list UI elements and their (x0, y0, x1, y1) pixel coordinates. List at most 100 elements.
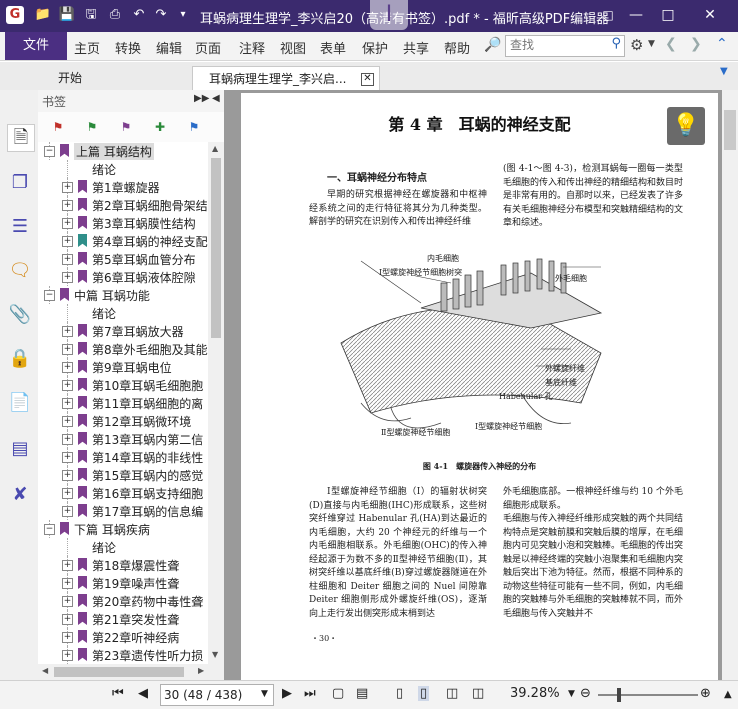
menu-home[interactable]: 主页 (74, 38, 100, 57)
add-child-bookmark-icon[interactable]: ✚ (152, 118, 168, 136)
bookmark-scroll-thumb[interactable] (211, 158, 221, 338)
expand-node-icon[interactable]: + (62, 254, 73, 265)
bookmark-vertical-scrollbar[interactable]: ▲ ▼ (208, 142, 224, 664)
add-bookmark-icon[interactable]: ⚑ (84, 118, 100, 136)
search-input[interactable] (506, 36, 602, 54)
redo-icon[interactable]: ↷ (152, 6, 170, 24)
expand-node-icon[interactable]: + (62, 218, 73, 229)
bookmark-panel-icon[interactable]: 🗎 (7, 124, 35, 152)
bookmark-item[interactable]: + 第13章耳蜗内第二信 (38, 430, 208, 448)
delete-bookmark-icon[interactable]: ⚑ (50, 118, 66, 136)
bookmark-item[interactable]: − 上篇 耳蜗结构 (38, 142, 208, 160)
close-window-icon[interactable]: ✕ (690, 4, 730, 26)
chevron-down-icon[interactable]: ▼ (648, 39, 655, 49)
collapse-ribbon-icon[interactable]: ⌃ (716, 36, 728, 52)
bookmark-horizontal-scrollbar[interactable]: ◀ ▶ (38, 664, 224, 680)
continuous-facing-icon[interactable]: ◫ (472, 686, 484, 701)
menu-protect[interactable]: 保护 (362, 38, 388, 57)
expand-node-icon[interactable]: + (62, 362, 73, 373)
expand-panel-icon[interactable]: ▶▶ (194, 93, 209, 104)
find-folder-icon[interactable]: 🔎 (484, 37, 501, 53)
last-page-icon[interactable]: ⏭ (304, 686, 316, 701)
facing-page-icon[interactable]: ◫ (446, 686, 458, 701)
bookmark-item[interactable]: + 第5章耳蜗血管分布 (38, 250, 208, 268)
bookmark-item[interactable]: 绪论 (38, 538, 208, 556)
tab-start[interactable]: 开始 (40, 66, 188, 90)
bookmark-item[interactable]: + 第7章耳蜗放大器 (38, 322, 208, 340)
minimize-icon[interactable]: — (624, 4, 648, 26)
menu-share[interactable]: 共享 (403, 38, 429, 57)
collapse-node-icon[interactable]: − (44, 290, 55, 301)
expand-node-icon[interactable]: + (62, 380, 73, 391)
page-search-icon[interactable]: 📄 (7, 390, 33, 416)
zoom-slider-track[interactable] (598, 694, 698, 696)
collapse-node-icon[interactable]: − (44, 146, 55, 157)
layers-icon[interactable]: ☰ (7, 214, 33, 240)
menu-page[interactable]: 页面 (195, 38, 221, 57)
undo-icon[interactable]: ↶ (130, 6, 148, 24)
bookmark-item[interactable]: + 第10章耳蜗毛细胞胞 (38, 376, 208, 394)
expand-node-icon[interactable]: + (62, 434, 73, 445)
document-scroll-thumb[interactable] (724, 110, 736, 150)
ribbon-toggle-icon[interactable]: □ (596, 4, 620, 26)
page-number-field[interactable]: 30 (48 / 438) ▼ (160, 684, 274, 706)
zoom-slider-handle[interactable] (617, 688, 621, 702)
comments-icon[interactable]: 🗨 (7, 258, 33, 284)
expand-node-icon[interactable]: + (62, 416, 73, 427)
bookmark-item[interactable]: + 第11章耳蜗细胞的离 (38, 394, 208, 412)
tab-list-icon[interactable]: ▼ (720, 66, 728, 77)
back-arrow-icon[interactable]: ❮ (665, 36, 677, 52)
bookmark-item[interactable]: + 第2章耳蜗细胞骨架结 (38, 196, 208, 214)
find-bookmark-icon[interactable]: ⚑ (186, 118, 202, 136)
bookmark-item[interactable]: + 第14章耳蜗的非线性 (38, 448, 208, 466)
bookmark-item[interactable]: 绪论 (38, 160, 208, 178)
scroll-right-icon[interactable]: ▶ (198, 666, 204, 675)
signature-icon[interactable]: ✘ (7, 482, 33, 508)
bookmark-item[interactable]: + 第3章耳蜗膜性结构 (38, 214, 208, 232)
bookmark-item[interactable]: + 第15章耳蜗内的感觉 (38, 466, 208, 484)
expand-node-icon[interactable]: + (62, 488, 73, 499)
expand-node-icon[interactable]: + (62, 452, 73, 463)
bookmark-item[interactable]: + 第19章噪声性聋 (38, 574, 208, 592)
expand-node-icon[interactable]: + (62, 632, 73, 643)
expand-node-icon[interactable]: + (62, 470, 73, 481)
close-tab-icon[interactable]: ✕ (361, 73, 374, 86)
bookmark-item[interactable]: + 第4章耳蜗的神经支配 (38, 232, 208, 250)
attachments-icon[interactable]: 📎 (7, 302, 33, 328)
bookmark-hscroll-thumb[interactable] (54, 667, 184, 677)
page-layout-icon[interactable]: ▤ (356, 686, 368, 701)
first-page-icon[interactable]: ⏮ (112, 686, 124, 701)
previous-page-icon[interactable]: ◀ (138, 686, 148, 701)
file-menu[interactable]: 文件 (5, 32, 67, 60)
zoom-dropdown-icon[interactable]: ▼ (568, 689, 575, 699)
menu-comment[interactable]: 注释 (239, 38, 265, 57)
bookmark-item[interactable]: − 中篇 耳蜗功能 (38, 286, 208, 304)
lightbulb-icon[interactable]: 💡 (667, 107, 705, 145)
expand-node-icon[interactable]: + (62, 614, 73, 625)
content-list-icon[interactable]: ▤ (7, 436, 33, 462)
print-icon[interactable]: ⎙ (106, 6, 124, 24)
customize-toolbar-icon[interactable]: ▾ (174, 6, 192, 24)
status-expand-icon[interactable]: ▲ (724, 689, 732, 700)
bookmark-item[interactable]: + 第8章外毛细胞及其能 (38, 340, 208, 358)
document-vertical-scrollbar[interactable] (722, 90, 738, 680)
gear-icon[interactable]: ⚙ (630, 36, 643, 54)
bookmark-item[interactable]: + 第20章药物中毒性聋 (38, 592, 208, 610)
menu-view[interactable]: 视图 (280, 38, 306, 57)
bookmark-item[interactable]: − 下篇 耳蜗疾病 (38, 520, 208, 538)
forward-arrow-icon[interactable]: ❯ (690, 36, 702, 52)
bookmark-item[interactable]: + 第18章爆震性聋 (38, 556, 208, 574)
bookmark-item[interactable]: + 第22章听神经病 (38, 628, 208, 646)
menu-convert[interactable]: 转换 (115, 38, 141, 57)
expand-node-icon[interactable]: + (62, 272, 73, 283)
info-badge-icon[interactable]: I (370, 0, 408, 30)
bookmark-item[interactable]: + 第17章耳蜗的信息编 (38, 502, 208, 520)
menu-form[interactable]: 表单 (320, 38, 346, 57)
scroll-up-icon[interactable]: ▲ (212, 144, 218, 153)
menu-help[interactable]: 帮助 (444, 38, 470, 57)
expand-node-icon[interactable]: + (62, 398, 73, 409)
expand-node-icon[interactable]: + (62, 326, 73, 337)
search-icon[interactable]: ⚲ (611, 36, 621, 51)
expand-node-icon[interactable]: + (62, 236, 73, 247)
expand-node-icon[interactable]: + (62, 578, 73, 589)
